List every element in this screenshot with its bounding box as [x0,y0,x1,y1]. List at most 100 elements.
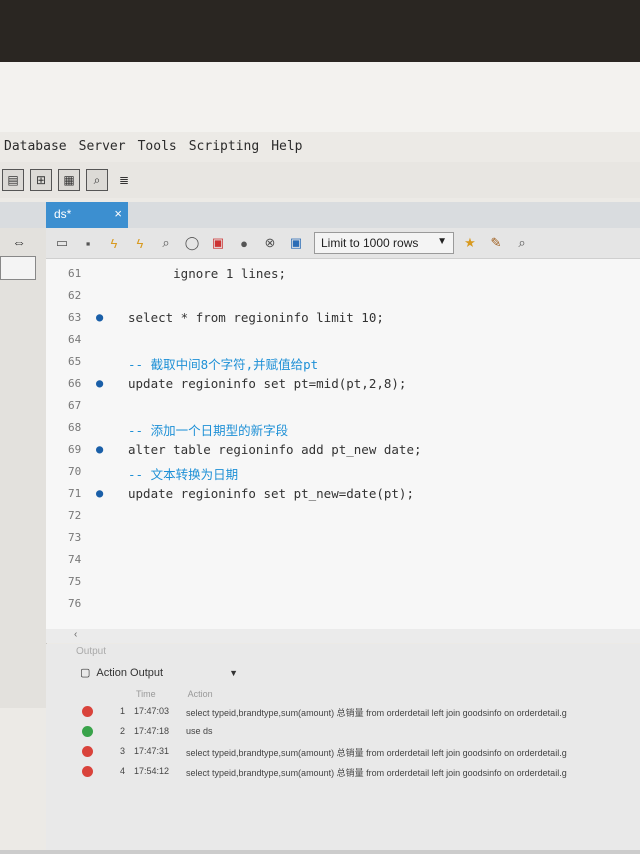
line-number: 75 [68,575,82,588]
main-toolbar: ▤ ⊞ ▦ ⌕ ≣ [0,162,640,198]
autocommit-icon[interactable]: ▣ [286,233,306,253]
execute-current-icon[interactable]: ϟ [130,233,150,253]
editor-line[interactable]: 76 [46,593,640,615]
editor-line[interactable]: 62 [46,285,640,307]
error-icon [82,706,93,717]
line-number: 67 [68,399,82,412]
beautify-icon[interactable]: ✎ [486,233,506,253]
find-icon[interactable]: ⌕ [512,233,532,253]
line-number: 61 [68,267,82,280]
editor-line[interactable]: 65 -- 截取中间8个字符,并赋值给pt [46,351,640,373]
line-number: 74 [68,553,82,566]
bookmark-icon[interactable]: ★ [460,233,480,253]
editor-line[interactable]: 71 ● update regioninfo set pt_new=date(pt)… [46,483,640,505]
editor-line[interactable]: 72 [46,505,640,527]
menu-scripting[interactable]: Scripting [185,139,267,154]
row-number: 2 [120,726,126,736]
editor-line[interactable]: 73 [46,527,640,549]
success-icon [82,726,93,737]
sql-file-icon[interactable]: ▤ [2,169,24,191]
stop-icon[interactable]: ◯ [182,233,202,253]
line-number: 72 [68,509,82,522]
editor-line[interactable]: 70 -- 文本转换为日期 [46,461,640,483]
row-action: select typeid,brandtype,sum(amount) 总销量 … [186,768,567,778]
panel-divider[interactable]: ‹ [46,629,640,643]
output-row[interactable]: 2 17:47:18 use ds [76,724,640,744]
header-time: Time [136,689,156,699]
explain-icon[interactable]: ⌕ [156,233,176,253]
code-text: update regioninfo set pt_new=date(pt); [128,486,414,501]
error-icon [82,746,93,757]
inspect-icon[interactable]: ⌕ [86,169,108,191]
row-time: 17:47:03 [134,706,170,716]
tab-ds[interactable]: ds* × [46,202,128,228]
save-icon[interactable]: ▪ [78,233,98,253]
chevron-down-icon: ▼ [229,667,238,678]
row-time: 17:47:18 [134,726,170,736]
editor-line[interactable]: 74 [46,549,640,571]
open-folder-icon[interactable]: ▭ [52,233,72,253]
line-number: 73 [68,531,82,544]
commit-icon[interactable]: ● [234,233,254,253]
row-time: 17:47:31 [134,746,170,756]
code-text: alter table regioninfo add pt_new date; [128,442,422,457]
navigator-panel: ⇔ [0,228,47,708]
code-text: update regioninfo set pt=mid(pt,2,8); [128,376,407,391]
line-number: 68 [68,421,82,434]
tab-strip: ds* × [0,202,640,228]
output-panel: Output ▢ Action Output ▼ Time Action 1 17… [46,644,640,854]
sql-editor[interactable]: 61 ignore 1 lines; 62 63 ● select * from reg… [46,259,640,629]
menu-help[interactable]: Help [267,139,310,154]
schema-icon[interactable]: ⊞ [30,169,52,191]
db-stack-icon[interactable]: ≣ [114,170,134,190]
status-bar [0,850,640,854]
menu-tools[interactable]: Tools [134,139,185,154]
workbench-window: Database Server Tools Scripting Help ▤ ⊞… [0,62,640,854]
editor-line[interactable]: 61 ignore 1 lines; [46,263,640,285]
navigator-filter-input[interactable] [0,256,36,280]
editor-line[interactable]: 64 [46,329,640,351]
menu-database[interactable]: Database [0,139,75,154]
toggle-icon[interactable]: ▣ [208,233,228,253]
output-panel-label: Output [76,646,107,657]
code-text: -- 添加一个日期型的新字段 [128,423,289,438]
menu-bar: Database Server Tools Scripting Help [0,132,640,160]
editor-line[interactable]: 69 ● alter table regioninfo add pt_new dat… [46,439,640,461]
limit-rows-label: Limit to 1000 rows [321,236,419,250]
limit-rows-select[interactable]: Limit to 1000 rows ▼ [314,232,454,254]
line-number: 76 [68,597,82,610]
row-action: use ds [186,726,213,736]
rollback-icon[interactable]: ⊗ [260,233,280,253]
editor-line[interactable]: 68 -- 添加一个日期型的新字段 [46,417,640,439]
execute-icon[interactable]: ϟ [104,233,124,253]
editor-line[interactable]: 67 [46,395,640,417]
output-selector[interactable]: ▢ Action Output ▼ [80,666,238,680]
collapse-icon[interactable]: ⇔ [12,234,26,250]
scroll-left-icon[interactable]: ‹ [74,629,77,640]
row-action: select typeid,brandtype,sum(amount) 总销量 … [186,708,567,718]
row-number: 3 [120,746,126,756]
code-text: -- 文本转换为日期 [128,467,239,482]
output-icon: ▢ [80,667,91,679]
statement-marker-icon: ● [96,486,104,500]
close-icon[interactable]: × [114,206,122,221]
editor-line[interactable]: 66 ● update regioninfo set pt=mid(pt,2,8); [46,373,640,395]
line-number: 65 [68,355,82,368]
output-row[interactable]: 3 17:47:31 select typeid,brandtype,sum(amo… [76,744,640,764]
code-text: ignore 1 lines; [128,266,287,281]
table-icon[interactable]: ▦ [58,169,80,191]
statement-marker-icon: ● [96,376,104,390]
editor-line[interactable]: 75 [46,571,640,593]
statement-marker-icon: ● [96,310,104,324]
output-row[interactable]: 4 17:54:12 select typeid,brandtype,sum(amo… [76,764,640,784]
row-action: select typeid,brandtype,sum(amount) 总销量 … [186,748,567,758]
code-text: select * from regioninfo limit 10; [128,310,384,325]
line-number: 70 [68,465,82,478]
output-row[interactable]: 1 17:47:03 select typeid,brandtype,sum(amo… [76,704,640,724]
header-action: Action [187,689,213,699]
editor-toolbar: ▭ ▪ ϟ ϟ ⌕ ◯ ▣ ● ⊗ ▣ Limit to 1000 rows ▼… [46,228,640,259]
editor-line[interactable]: 63 ● select * from regioninfo limit 10; [46,307,640,329]
menu-server[interactable]: Server [75,139,134,154]
line-number: 62 [68,289,82,302]
row-number: 1 [120,706,126,716]
